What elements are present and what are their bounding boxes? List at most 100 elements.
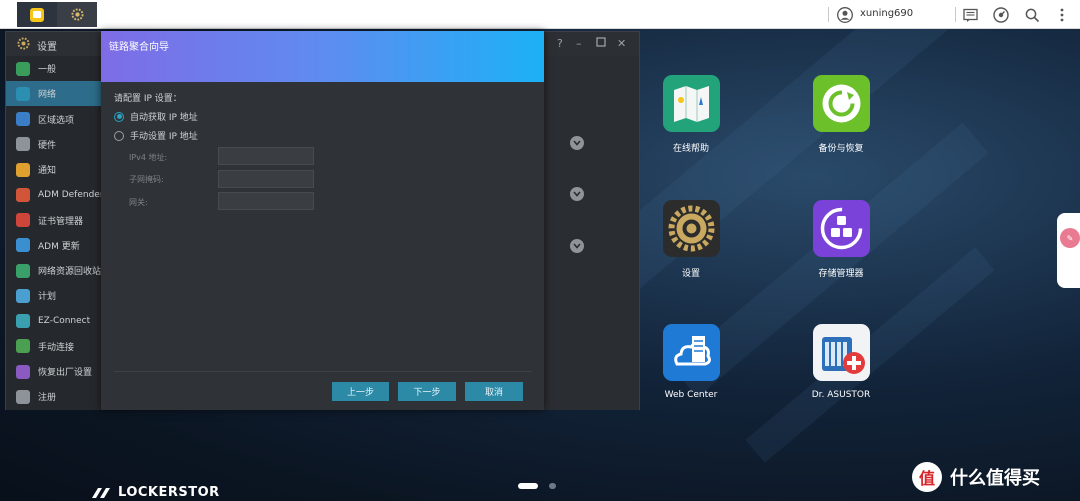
user-avatar-button[interactable]: [834, 4, 856, 26]
more-button[interactable]: [1051, 4, 1073, 26]
more-icon: [1060, 8, 1064, 22]
update-icon: [16, 238, 30, 253]
chevron-down-icon[interactable]: [570, 187, 584, 201]
wizard-prompt: 请配置 IP 设置：: [114, 94, 182, 104]
settings-window-title: 设置: [37, 42, 57, 53]
app-label: 存储管理器: [818, 269, 864, 279]
sidebar-item-label: EZ-Connect: [38, 316, 91, 326]
app-label: Dr. ASUSTOR: [811, 390, 871, 400]
app-backup-restore[interactable]: 备份与恢复: [786, 75, 896, 154]
region-icon: [16, 112, 30, 126]
system-monitor-button[interactable]: [990, 4, 1012, 26]
cancel-button[interactable]: 取消: [465, 382, 523, 401]
sidebar-item-label: 一般: [38, 65, 57, 75]
app-web-center[interactable]: Web Center: [636, 324, 746, 400]
manual-ip-radio[interactable]: [114, 130, 124, 141]
recycle-bin-icon: [16, 263, 30, 278]
taskbar-settings-button[interactable]: [57, 2, 97, 27]
link-aggregation-wizard: 链路聚合向导 请配置 IP 设置： 自动获取 IP 地址 手动设置 IP 地址 …: [101, 31, 544, 410]
system-monitor-icon: [993, 7, 1009, 23]
general-icon: [16, 61, 30, 76]
settings-window-icon: [17, 37, 30, 50]
search-button[interactable]: [1021, 4, 1043, 26]
file-explorer-icon: [30, 7, 44, 22]
sidebar-item-general[interactable]: 一般: [6, 56, 102, 81]
chevron-down-icon[interactable]: [570, 136, 584, 150]
topbar-separator: [828, 7, 829, 22]
sidebar-item-manual-connect[interactable]: 手动连接: [6, 334, 102, 359]
dr-asustor-icon: [812, 324, 870, 381]
sidebar-item-recycle-bin[interactable]: 网络资源回收站: [6, 258, 102, 283]
sidebar-item-label: 网络: [38, 90, 57, 101]
certificate-icon: [16, 213, 30, 227]
gateway-label: 网关:: [129, 198, 148, 207]
sidebar-item-label: 通知: [38, 166, 57, 176]
maximize-icon: [596, 37, 606, 47]
app-label: Web Center: [664, 390, 718, 400]
app-dr-asustor[interactable]: Dr. ASUSTOR: [786, 324, 896, 400]
close-button[interactable]: ✕: [617, 37, 626, 50]
watermark: 值 什么值得买: [912, 462, 1040, 492]
side-panel-handle[interactable]: [1057, 213, 1080, 288]
ez-connect-icon: [16, 314, 30, 328]
side-panel-widget-icon[interactable]: ✎: [1060, 228, 1080, 248]
taskbar-file-explorer-button[interactable]: [17, 2, 57, 27]
app-online-help[interactable]: 在线帮助: [636, 75, 746, 154]
web-center-icon: [662, 324, 720, 381]
sidebar-item-region[interactable]: 区域选项: [6, 107, 102, 132]
storage-manager-icon: [812, 200, 870, 257]
sidebar-item-ez-connect[interactable]: EZ-Connect: [6, 309, 102, 334]
chevron-down-icon[interactable]: [570, 239, 584, 253]
app-label: 设置: [681, 269, 700, 279]
subnet-mask-label: 子网掩码:: [129, 175, 164, 184]
topbar-separator: [955, 7, 956, 22]
ipv4-field[interactable]: [218, 147, 314, 165]
sidebar-item-network[interactable]: 网络: [6, 81, 102, 107]
wizard-header[interactable]: 链路聚合向导: [101, 31, 544, 82]
app-label: 在线帮助: [672, 144, 709, 154]
watermark-badge: 值: [912, 462, 942, 492]
page-dot[interactable]: [549, 483, 556, 489]
settings-sidebar: 一般网络区域选项硬件通知 ADM Defender 证书管理器 ADM 更新网络资源回…: [6, 56, 104, 410]
notification-icon: [16, 162, 30, 177]
factory-reset-icon: [16, 364, 30, 379]
sidebar-item-label: 恢复出厂设置: [38, 368, 93, 378]
username-label[interactable]: xuning690: [860, 8, 913, 19]
sidebar-item-hardware[interactable]: 硬件: [6, 132, 102, 157]
next-button[interactable]: 下一步: [398, 382, 456, 401]
auto-ip-option[interactable]: 自动获取 IP 地址: [114, 110, 198, 123]
minimize-button[interactable]: –: [576, 37, 582, 50]
sidebar-item-label: 计划: [38, 292, 57, 303]
maximize-button[interactable]: [596, 37, 606, 50]
sidebar-item-label: 注册: [38, 393, 57, 404]
sidebar-item-defender[interactable]: ADM Defender: [6, 182, 104, 207]
manual-ip-label: 手动设置 IP 地址: [130, 132, 198, 142]
back-button[interactable]: 上一步: [332, 382, 389, 401]
hardware-icon: [16, 137, 30, 152]
auto-ip-radio[interactable]: [114, 111, 124, 122]
settings-gear-icon: [70, 8, 84, 21]
online-help-icon: [662, 75, 720, 132]
sidebar-item-schedule[interactable]: 计划: [6, 283, 102, 308]
lockerstor-logo-mark: [92, 488, 110, 498]
sidebar-item-register[interactable]: 注册: [6, 384, 102, 409]
app-settings[interactable]: 设置: [636, 200, 746, 279]
backup-restore-icon: [812, 75, 870, 132]
sidebar-item-notification[interactable]: 通知: [6, 157, 102, 182]
notification-list-button[interactable]: [959, 4, 981, 26]
register-icon: [16, 389, 30, 404]
sidebar-item-label: 硬件: [38, 140, 57, 151]
sidebar-item-factory-reset[interactable]: 恢复出厂设置: [6, 359, 102, 384]
sidebar-item-certificate[interactable]: 证书管理器: [6, 208, 102, 233]
page-dot-active[interactable]: [518, 483, 538, 489]
help-button[interactable]: ?: [557, 37, 563, 50]
subnet-mask-field[interactable]: [218, 170, 314, 188]
app-storage-manager[interactable]: 存储管理器: [786, 200, 896, 279]
sidebar-item-update[interactable]: ADM 更新: [6, 233, 102, 258]
manual-connect-icon: [16, 339, 30, 354]
manual-ip-option[interactable]: 手动设置 IP 地址: [114, 129, 198, 142]
auto-ip-label: 自动获取 IP 地址: [130, 113, 198, 123]
gateway-field[interactable]: [218, 192, 314, 210]
defender-icon: [16, 187, 30, 202]
sidebar-item-label: ADM 更新: [38, 241, 80, 252]
